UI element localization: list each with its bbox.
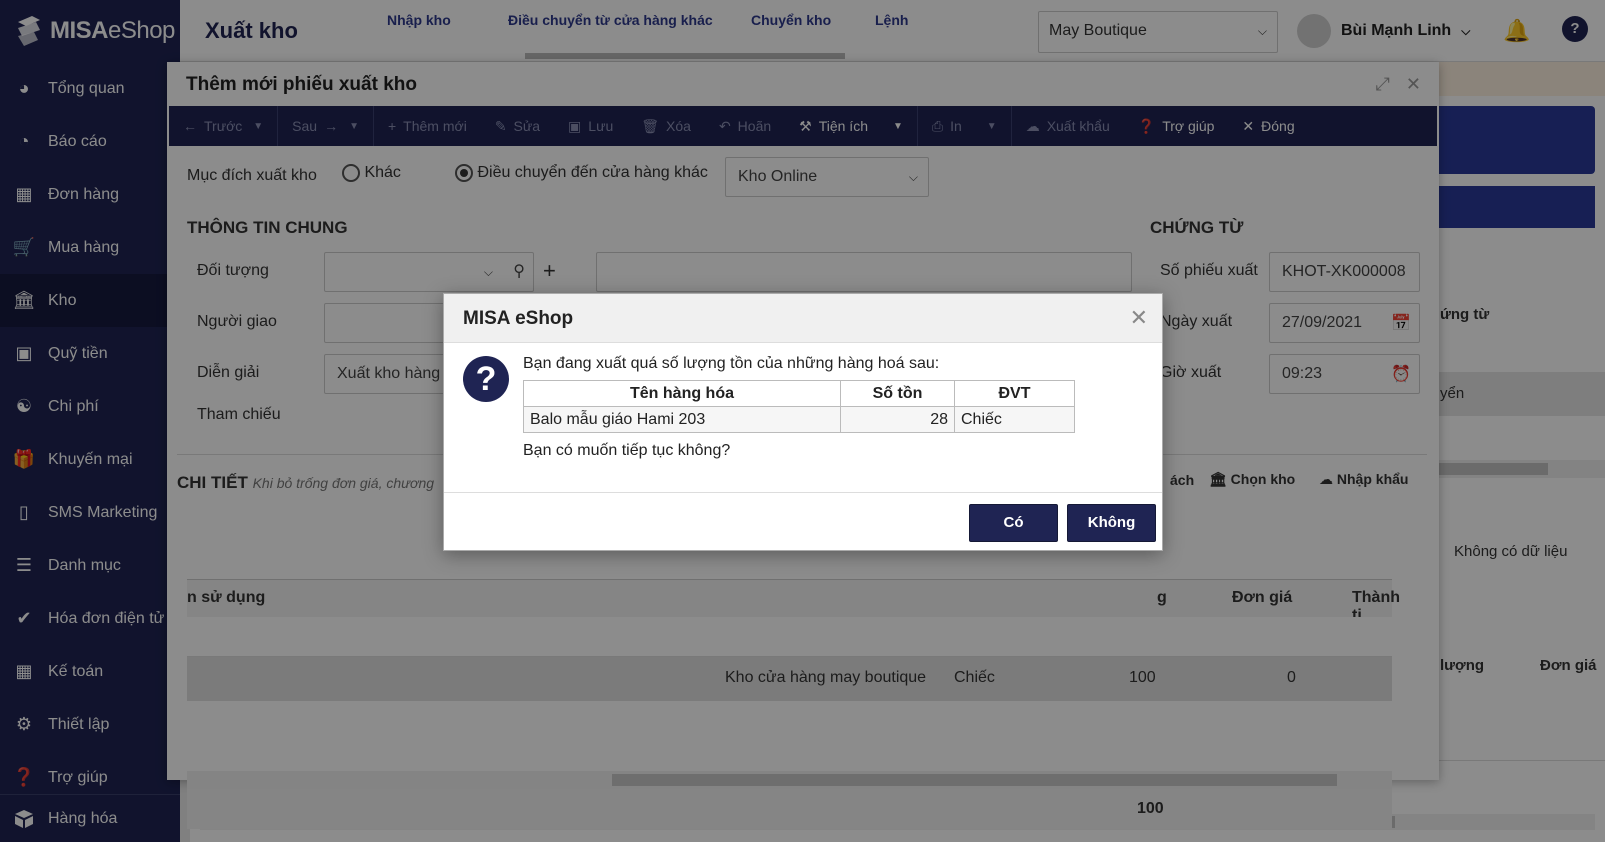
dialog-question: Bạn có muốn tiếp tục không? — [523, 442, 731, 459]
confirm-dialog: MISA eShop ✕ ? Bạn đang xuất quá số lượn… — [443, 293, 1163, 551]
column-header: Tên hàng hóa — [523, 380, 841, 407]
table-row: Balo mẫu giáo Hami 203 28 Chiếc — [523, 406, 1075, 433]
dialog-title: MISA eShop — [463, 308, 574, 329]
dialog-header: MISA eShop ✕ — [444, 294, 1162, 343]
question-icon: ? — [463, 356, 509, 402]
dialog-message: Bạn đang xuất quá số lượng tồn của những… — [523, 355, 940, 372]
cell-unit: Chiếc — [954, 406, 1075, 433]
no-button[interactable]: Không — [1067, 504, 1156, 542]
close-icon[interactable]: ✕ — [1130, 305, 1148, 331]
cell-stock: 28 — [840, 406, 955, 433]
column-header: Số tồn — [840, 380, 955, 407]
yes-button[interactable]: Có — [969, 504, 1058, 542]
column-header: ĐVT — [954, 380, 1075, 407]
stock-table: Tên hàng hóa Số tồn ĐVT Balo mẫu giáo Ha… — [523, 380, 1075, 433]
cell-product-name: Balo mẫu giáo Hami 203 — [523, 406, 841, 433]
